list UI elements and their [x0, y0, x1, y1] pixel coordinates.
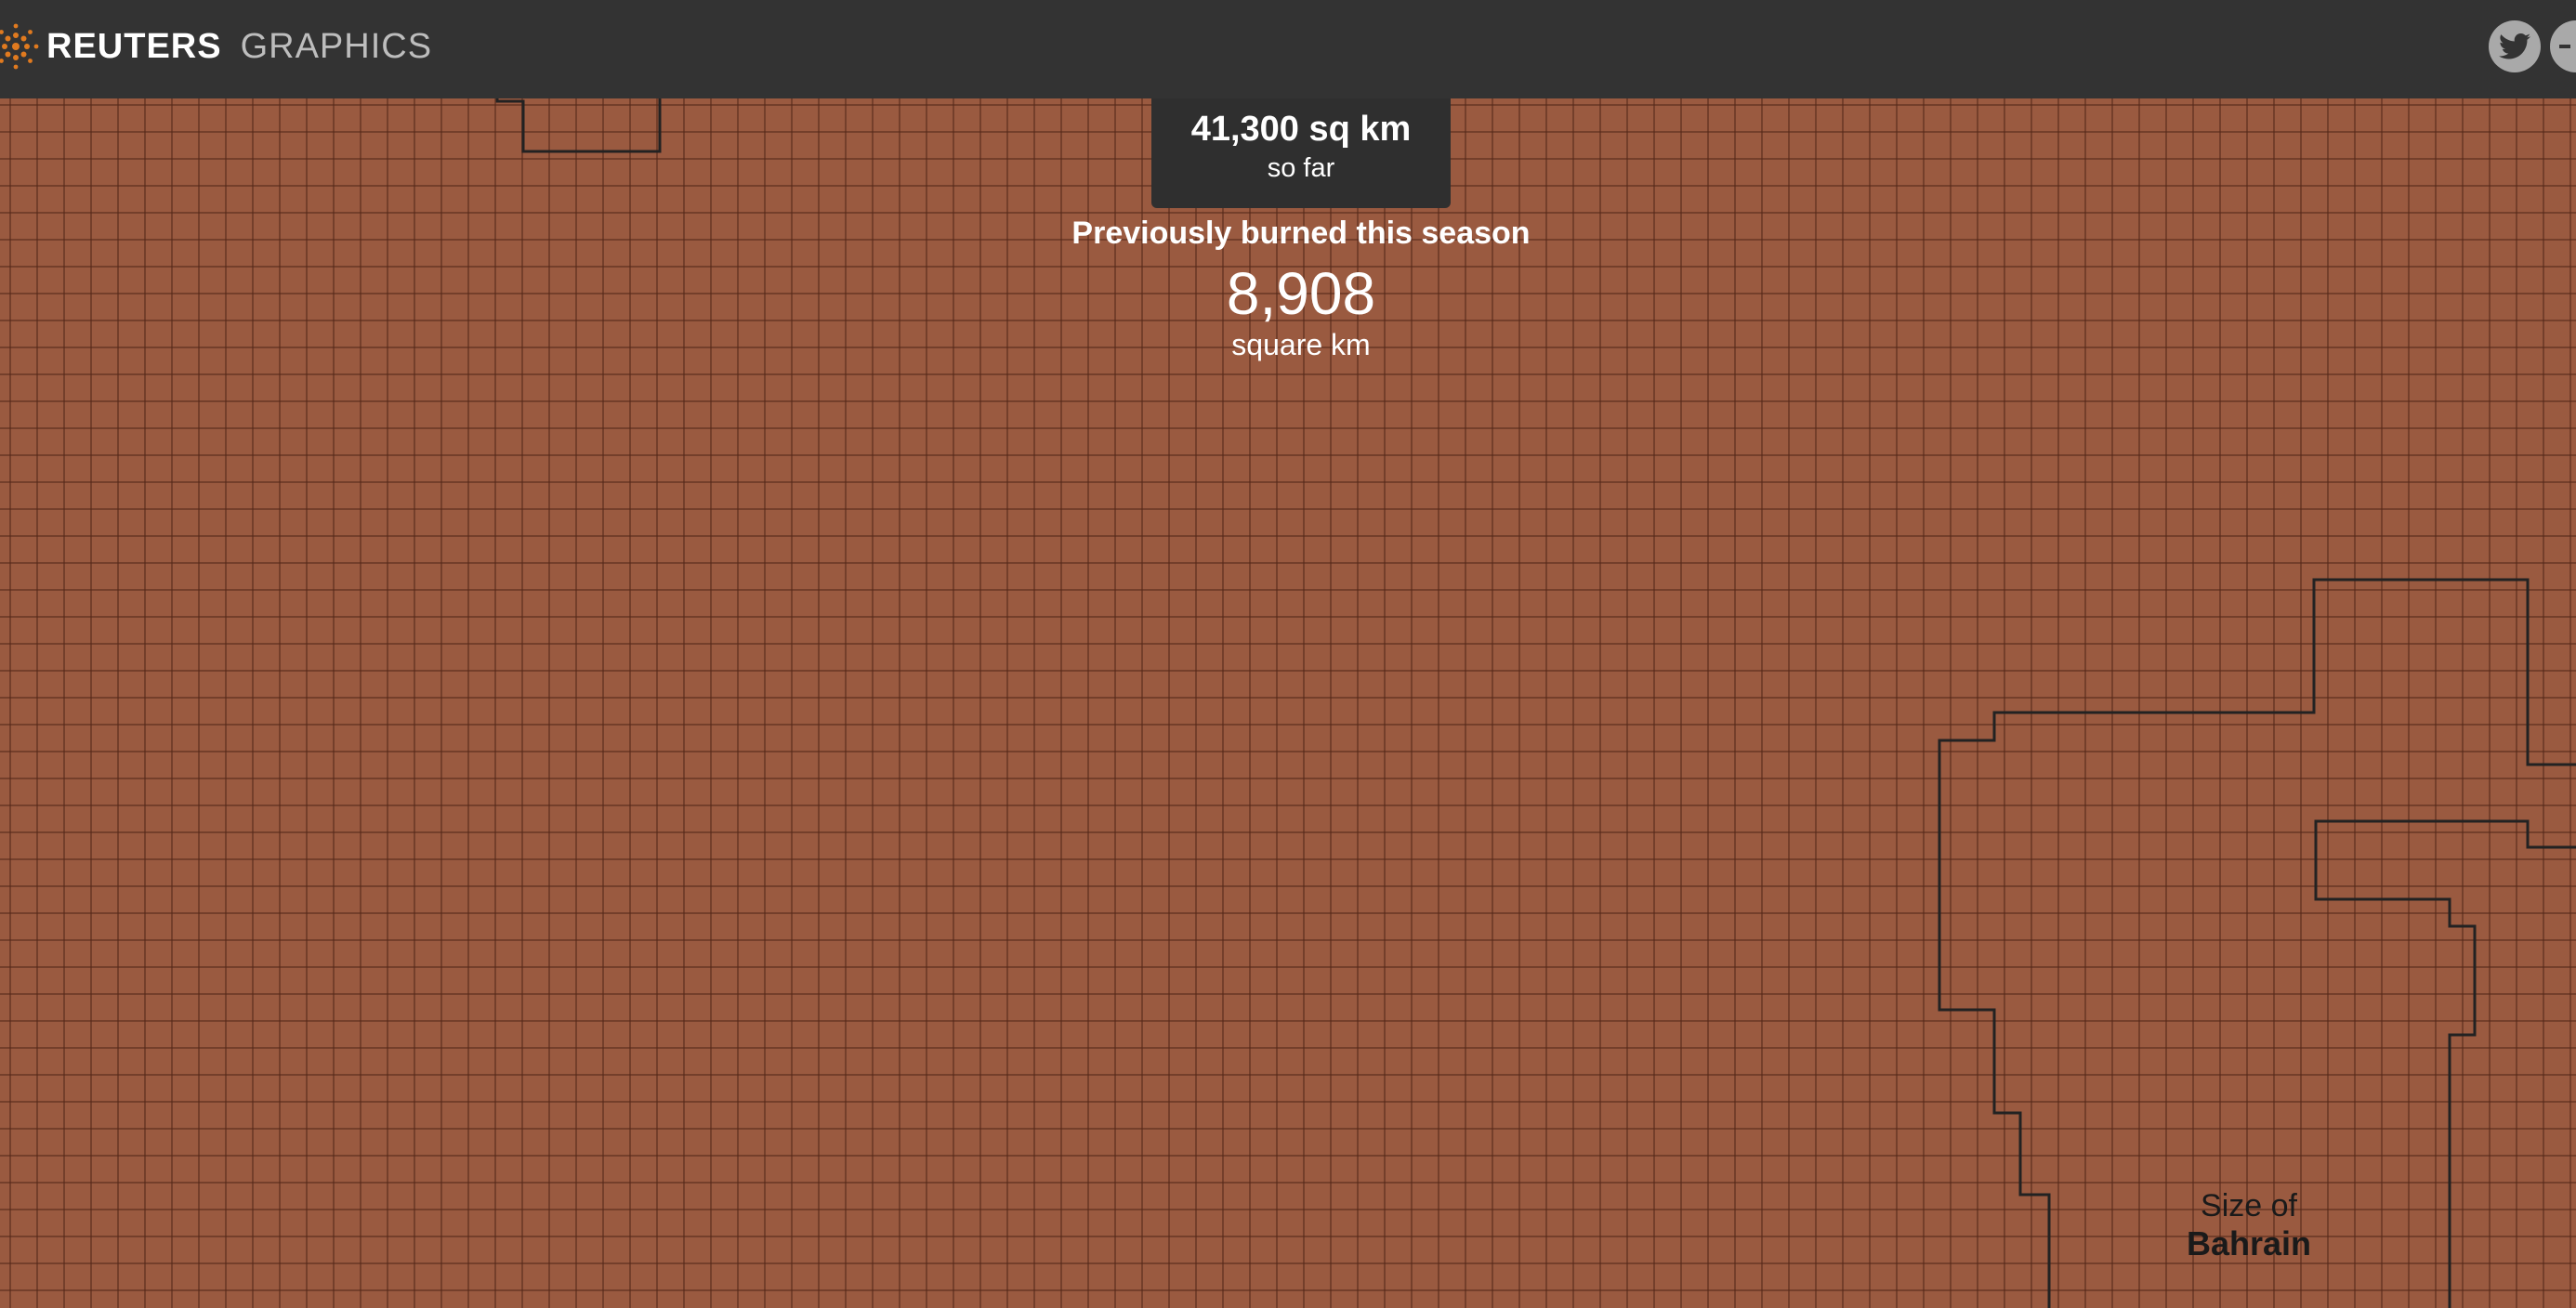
tooltip-subtext: so far: [1267, 153, 1335, 183]
share-buttons: [2489, 20, 2576, 72]
reuters-logo-icon: [0, 23, 39, 70]
page: REUTERS GRAPHICS 41,300 sq km so far Pre…: [0, 0, 2576, 1308]
brand-name: REUTERS: [46, 26, 222, 66]
reuters-graphics-home-link[interactable]: REUTERS GRAPHICS: [0, 0, 432, 93]
twitter-icon: [2499, 33, 2530, 59]
area-tooltip: 41,300 sq km so far: [1151, 98, 1451, 208]
tooltip-value: 41,300 sq km: [1190, 110, 1412, 149]
previously-burned-unit: square km: [1231, 328, 1371, 362]
brand-section-name: GRAPHICS: [240, 26, 433, 66]
previously-burned-block: Previously burned this season 8,908 squa…: [1022, 216, 1580, 362]
twitter-share-button[interactable]: [2489, 20, 2541, 72]
previously-burned-value: 8,908: [1226, 260, 1376, 327]
previously-burned-heading: Previously burned this season: [1071, 216, 1531, 251]
share-icon: [2559, 45, 2570, 48]
share-button[interactable]: [2550, 20, 2576, 72]
size-of-prefix: Size of: [2201, 1188, 2297, 1223]
top-navbar: REUTERS GRAPHICS: [0, 0, 2576, 98]
size-comparison-name: Bahrain: [2186, 1224, 2312, 1263]
size-comparison-label: Size of Bahrain: [2137, 1187, 2360, 1264]
